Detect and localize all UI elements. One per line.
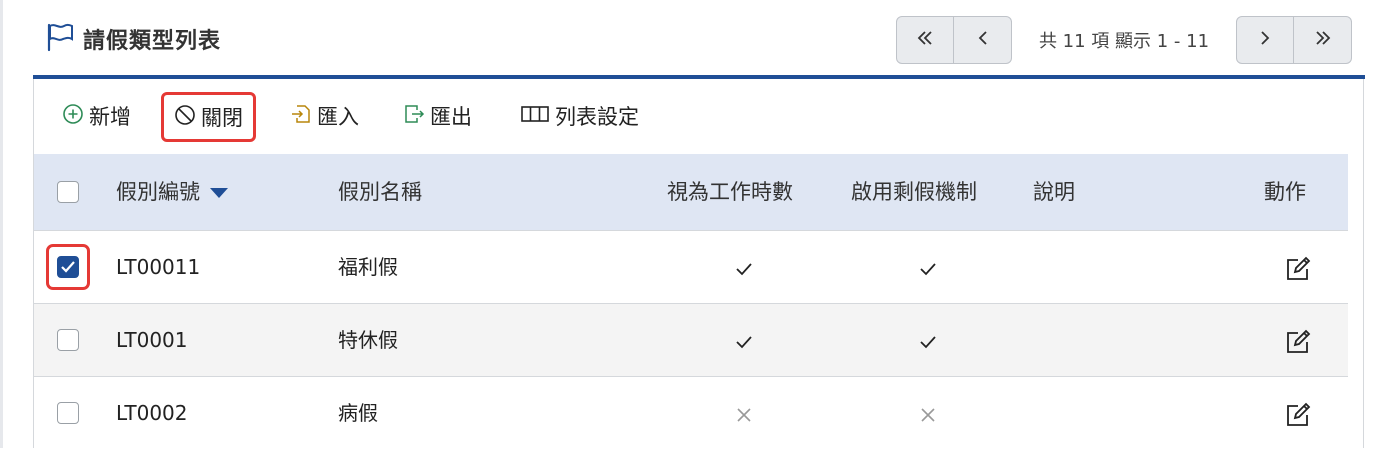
remaining-check-icon (918, 231, 938, 303)
column-settings-label: 列表設定 (555, 105, 639, 129)
page-header: 請假類型列表 共 11 項 顯示 1 - 11 (0, 0, 1400, 78)
flag-icon (45, 22, 75, 56)
cell-name: 福利假 (338, 255, 398, 279)
double-chevron-left-icon (914, 27, 936, 53)
close-button[interactable]: 關閉 (161, 92, 256, 142)
page-title: 請假類型列表 (83, 29, 222, 54)
cell-code: LT0001 (116, 328, 188, 352)
table-row[interactable]: LT00011 福利假 (34, 230, 1348, 303)
header-action: 動作 (1264, 180, 1306, 204)
table-row[interactable]: LT0001 特休假 (34, 303, 1348, 376)
export-button[interactable]: 匯出 (403, 93, 472, 139)
header-desc[interactable]: 說明 (1033, 154, 1075, 230)
remaining-check-icon (918, 304, 938, 376)
cell-name: 特休假 (338, 328, 398, 352)
cell-name: 病假 (338, 401, 378, 425)
cell-code: LT0002 (116, 401, 188, 425)
select-all-checkbox[interactable] (57, 181, 79, 203)
header-remaining[interactable]: 啟用剩假機制 (851, 154, 977, 230)
column-settings-button[interactable]: 列表設定 (520, 93, 639, 139)
add-button[interactable]: 新增 (62, 93, 131, 139)
export-label: 匯出 (430, 105, 472, 129)
table-row[interactable]: LT0002 病假 (34, 376, 1348, 449)
chevron-right-icon (1254, 27, 1276, 53)
plus-circle-icon (62, 103, 89, 130)
ban-icon (174, 104, 201, 131)
work-hours-x-icon (734, 377, 754, 449)
chevron-left-icon (972, 27, 994, 53)
import-button[interactable]: 匯入 (290, 93, 359, 139)
edit-icon[interactable] (1284, 377, 1312, 449)
header-code-label: 假別編號 (116, 180, 200, 204)
close-label: 關閉 (201, 106, 243, 130)
remaining-x-icon (918, 377, 938, 449)
add-label: 新增 (89, 105, 131, 129)
table-header: 假別編號 假別名稱 視為工作時數 啟用剩假機制 說明 動作 (34, 154, 1348, 230)
import-label: 匯入 (317, 105, 359, 129)
file-import-icon (290, 103, 317, 130)
header-code[interactable]: 假別編號 (116, 154, 229, 230)
prev-page-button[interactable] (954, 16, 1012, 64)
first-page-button[interactable] (896, 16, 954, 64)
header-work-hours[interactable]: 視為工作時數 (667, 154, 793, 230)
cell-code: LT00011 (116, 255, 201, 279)
work-hours-check-icon (734, 231, 754, 303)
header-name[interactable]: 假別名稱 (338, 154, 422, 230)
pager-info: 共 11 項 顯示 1 - 11 (1038, 31, 1210, 52)
next-page-button[interactable] (1236, 16, 1294, 64)
title-group: 請假類型列表 (45, 22, 221, 56)
pagination: 共 11 項 顯示 1 - 11 (896, 16, 1352, 64)
sort-desc-icon (207, 180, 229, 204)
work-hours-check-icon (734, 304, 754, 376)
double-chevron-right-icon (1312, 27, 1334, 53)
last-page-button[interactable] (1294, 16, 1352, 64)
edit-icon[interactable] (1284, 304, 1312, 376)
file-export-icon (403, 103, 430, 130)
row-checkbox[interactable] (57, 329, 79, 351)
edit-icon[interactable] (1284, 231, 1312, 303)
list-panel: 新增 關閉 匯入 匯出 列表設定 假別編號 假別名稱 視為工作時數 啟用剩假機制… (33, 79, 1364, 448)
row-checkbox[interactable] (57, 402, 79, 424)
toolbar: 新增 關閉 匯入 匯出 列表設定 (34, 79, 1364, 153)
columns-icon (520, 103, 555, 130)
row-checkbox[interactable] (57, 256, 79, 278)
